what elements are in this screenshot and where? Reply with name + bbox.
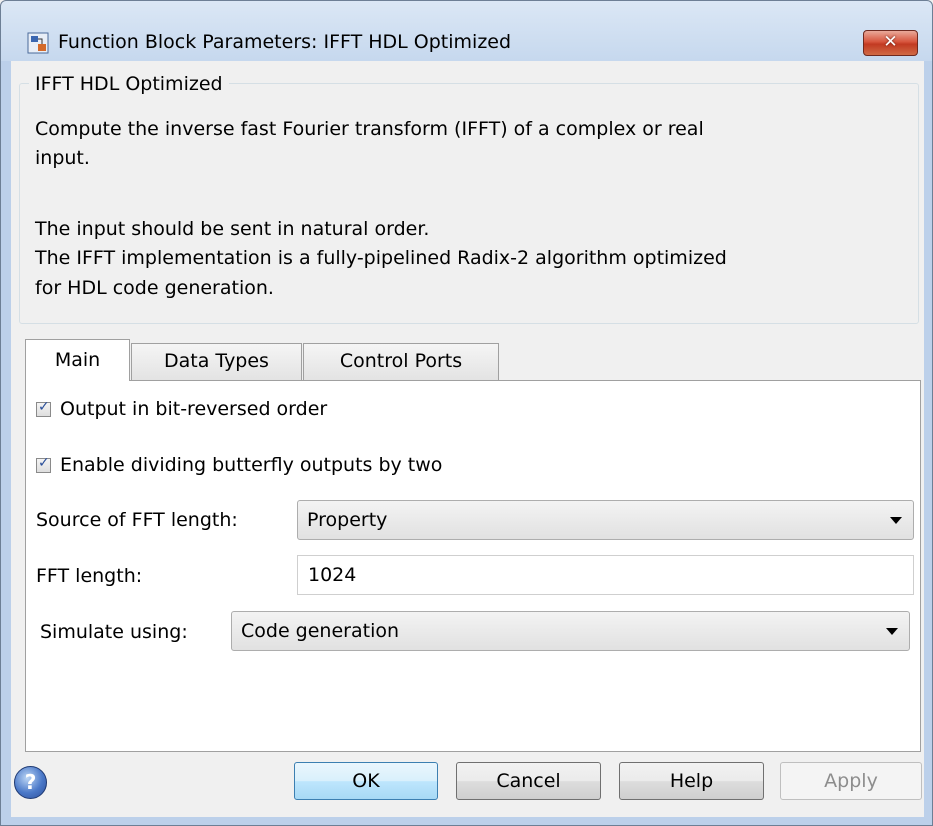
source-fft-length-value: Property xyxy=(307,509,388,531)
chevron-down-icon xyxy=(886,628,898,635)
simulate-using-label: Simulate using: xyxy=(40,621,188,643)
source-fft-length-select[interactable]: Property xyxy=(297,500,914,540)
main-tab-panel: Output in bit-reversed order Enable divi… xyxy=(25,380,921,752)
tab-control-ports[interactable]: Control Ports xyxy=(303,343,499,380)
close-button[interactable]: ✕ xyxy=(863,30,918,56)
ok-button[interactable]: OK xyxy=(294,762,438,800)
description-line-2: input. xyxy=(35,147,90,169)
description-line-3: The input should be sent in natural orde… xyxy=(35,218,430,240)
checkbox-checked-icon[interactable] xyxy=(36,399,51,417)
dialog-window: Function Block Parameters: IFFT HDL Opti… xyxy=(0,0,933,826)
tab-main[interactable]: Main xyxy=(25,339,130,381)
description-group-title: IFFT HDL Optimized xyxy=(29,73,229,95)
source-fft-length-label: Source of FFT length: xyxy=(36,509,238,531)
help-icon[interactable]: ? xyxy=(14,766,47,799)
tab-data-types[interactable]: Data Types xyxy=(131,343,302,380)
simulate-using-select[interactable]: Code generation xyxy=(231,611,910,651)
apply-button[interactable]: Apply xyxy=(780,762,922,800)
simulate-using-value: Code generation xyxy=(241,620,400,642)
dialog-client-area: Compute the inverse fast Fourier transfo… xyxy=(11,61,924,817)
output-bitreversed-checkbox[interactable]: Output in bit-reversed order xyxy=(36,397,327,421)
cancel-button[interactable]: Cancel xyxy=(456,762,601,800)
divide-butterfly-checkbox[interactable]: Enable dividing butterfly outputs by two xyxy=(36,453,442,477)
window-title: Function Block Parameters: IFFT HDL Opti… xyxy=(58,31,512,53)
tab-strip: Main Data Types Control Ports xyxy=(25,339,925,381)
output-bitreversed-label: Output in bit-reversed order xyxy=(60,398,328,420)
description-line-5: for HDL code generation. xyxy=(35,277,274,299)
divide-butterfly-label: Enable dividing butterfly outputs by two xyxy=(60,454,443,476)
title-bar[interactable]: Function Block Parameters: IFFT HDL Opti… xyxy=(1,1,932,61)
fft-length-field[interactable] xyxy=(297,555,914,595)
simulink-block-icon xyxy=(27,32,49,54)
chevron-down-icon xyxy=(890,517,902,524)
description-line-4: The IFFT implementation is a fully-pipel… xyxy=(35,247,727,269)
description-line-1: Compute the inverse fast Fourier transfo… xyxy=(35,118,704,140)
fft-length-input[interactable] xyxy=(298,556,913,594)
close-icon: ✕ xyxy=(883,32,898,52)
help-button[interactable]: Help xyxy=(619,762,764,800)
description-group: Compute the inverse fast Fourier transfo… xyxy=(19,83,919,324)
checkbox-checked-icon[interactable] xyxy=(36,455,51,473)
fft-length-label: FFT length: xyxy=(36,565,143,587)
